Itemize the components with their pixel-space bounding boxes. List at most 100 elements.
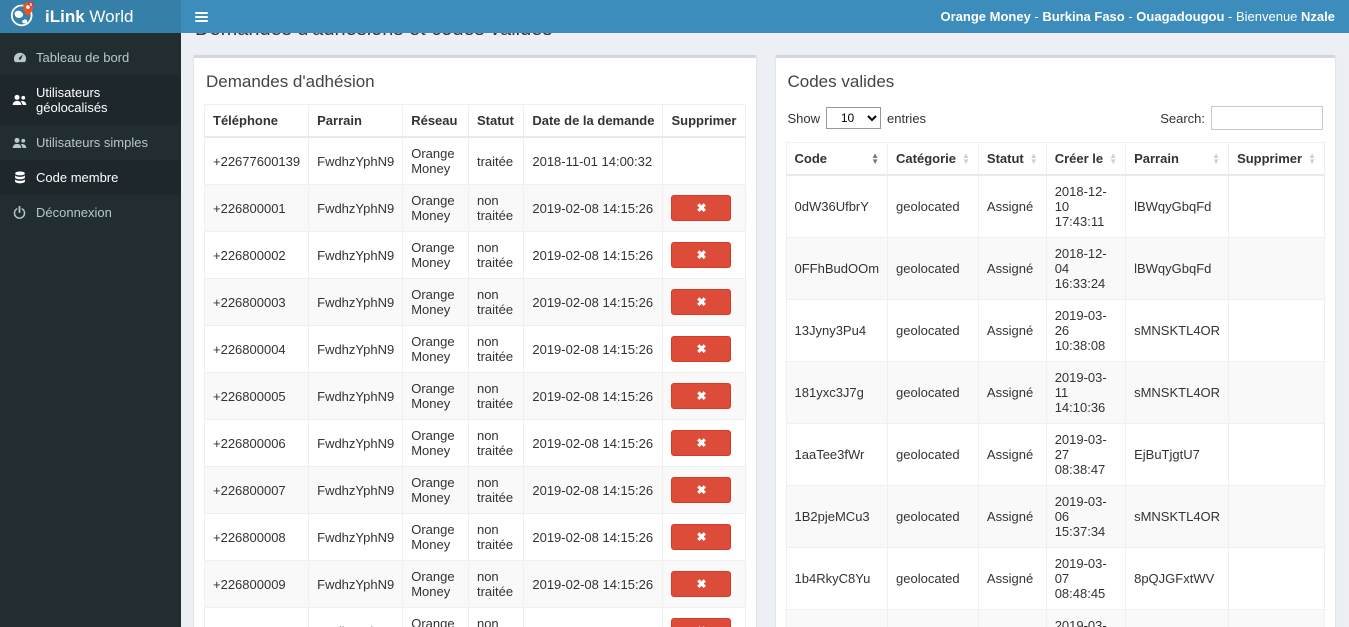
table-row: 181yxc3J7g geolocated Assigné 2019-03-11… xyxy=(785,361,1325,424)
sort-icon: ▲ ▼ xyxy=(1029,150,1038,166)
reseau-cell: Orange Money xyxy=(402,278,469,326)
supprimer-cell xyxy=(1228,237,1325,300)
table-row: 1c7sUG9dUk geolocated Assigné 2019-03-05… xyxy=(785,609,1325,627)
sidebar-toggle-icon[interactable] xyxy=(181,0,221,33)
code-cell: 0dW36UfbrY xyxy=(785,174,889,238)
supprimer-cell: ✖ xyxy=(662,136,746,185)
parrain-cell: FwdhzYphN9 xyxy=(308,278,404,326)
codes-column-header[interactable]: Créer le ▲ ▼ xyxy=(1045,142,1127,176)
close-icon: ✖ xyxy=(696,483,707,497)
reseau-cell: Orange Money xyxy=(402,466,469,514)
date-cell: 2019-02-08 14:15:26 xyxy=(523,278,664,326)
codes-column-header[interactable]: Parrain ▲ ▼ xyxy=(1125,142,1230,176)
delete-button[interactable]: ✖ xyxy=(671,336,732,362)
requests-panel-title: Demandes d'adhésion xyxy=(206,72,375,91)
supprimer-cell: ✖ xyxy=(662,560,746,608)
sidebar-item[interactable]: Code membre xyxy=(0,160,181,195)
supprimer-cell: ✖ xyxy=(662,372,746,420)
table-row: 1b4RkyC8Yu geolocated Assigné 2019-03-07… xyxy=(785,547,1325,610)
statut-cell: non traitée xyxy=(467,466,525,514)
statut-cell: non traitée xyxy=(467,372,525,420)
code-cell: 181yxc3J7g xyxy=(785,361,889,424)
phone-cell: +226800008 xyxy=(203,513,310,561)
table-row: +22677600139 FwdhzYphN9 Orange Money tra… xyxy=(203,136,746,185)
sidebar-nav: Tableau de bord Utilisateurs géolocalisé… xyxy=(0,33,181,627)
delete-button[interactable]: ✖ xyxy=(671,289,732,315)
supprimer-cell xyxy=(1228,485,1325,548)
table-row: +226800002 FwdhzYphN9 Orange Money non t… xyxy=(203,231,746,279)
requests-column-header: Téléphone xyxy=(203,104,310,138)
statut-cell: non traitée xyxy=(467,325,525,373)
delete-button[interactable]: ✖ xyxy=(671,430,732,456)
sidebar-item-label: Utilisateurs géolocalisés xyxy=(36,85,108,115)
statut-cell: non traitée xyxy=(467,278,525,326)
categorie-cell: geolocated xyxy=(887,174,979,238)
search-input[interactable] xyxy=(1211,106,1323,130)
table-row: +226800009 FwdhzYphN9 Orange Money non t… xyxy=(203,560,746,608)
table-row: +226800005 FwdhzYphN9 Orange Money non t… xyxy=(203,372,746,420)
close-icon: ✖ xyxy=(696,389,707,403)
codes-column-header[interactable]: Code ▲ ▼ xyxy=(785,142,889,176)
users-icon xyxy=(12,137,27,149)
sidebar-item-label: Code membre xyxy=(36,170,119,185)
reseau-cell: Orange Money xyxy=(402,513,469,561)
statut-cell: Assigné xyxy=(977,361,1047,424)
reseau-cell: Orange Money xyxy=(402,136,469,185)
brand-logo[interactable]: $ iLink World xyxy=(0,0,181,33)
delete-button[interactable]: ✖ xyxy=(671,618,732,627)
phone-cell: +226800005 xyxy=(203,372,310,420)
sort-icon: ▲ ▼ xyxy=(1308,150,1316,166)
codes-column-header[interactable]: Catégorie ▲ ▼ xyxy=(887,142,979,176)
parrain-cell: FwdhzYphN9 xyxy=(308,419,404,467)
statut-cell: non traitée xyxy=(467,419,525,467)
entries-label: entries xyxy=(887,110,927,126)
phone-cell: +226800009 xyxy=(203,560,310,608)
statut-cell: non traitée xyxy=(467,560,525,608)
date-cell: 2019-02-08 14:15:26 xyxy=(523,419,664,467)
categorie-cell: geolocated xyxy=(887,609,979,627)
delete-button[interactable]: ✖ xyxy=(671,383,732,409)
sidebar-item[interactable]: Tableau de bord xyxy=(0,40,181,75)
statut-cell: Assigné xyxy=(977,547,1047,610)
sidebar-item[interactable]: Utilisateurs géolocalisés xyxy=(0,75,181,125)
cree-le-cell: 2019-03-06 15:37:34 xyxy=(1045,485,1127,548)
codes-column-header[interactable]: Supprimer ▲ ▼ xyxy=(1228,142,1325,176)
table-row: +226800008 FwdhzYphN9 Orange Money non t… xyxy=(203,513,746,561)
categorie-cell: geolocated xyxy=(887,423,979,486)
table-row: 1B2pjeMCu3 geolocated Assigné 2019-03-06… xyxy=(785,485,1325,548)
reseau-cell: Orange Money xyxy=(402,231,469,279)
close-icon: ✖ xyxy=(696,530,707,544)
parrain-cell: sMNSKTL4OR xyxy=(1125,609,1230,627)
codes-header-row: Code ▲ ▼ Catégorie ▲ ▼ Statut ▲ ▼ Créer … xyxy=(785,142,1325,176)
users-icon xyxy=(12,94,27,106)
table-row: 13Jyny3Pu4 geolocated Assigné 2019-03-26… xyxy=(785,299,1325,362)
delete-button[interactable]: ✖ xyxy=(671,524,732,550)
reseau-cell: Orange Money xyxy=(402,419,469,467)
table-row: 1aaTee3fWr geolocated Assigné 2019-03-27… xyxy=(785,423,1325,486)
requests-column-header: Date de la demande xyxy=(523,104,664,138)
delete-button[interactable]: ✖ xyxy=(671,195,732,221)
delete-button[interactable]: ✖ xyxy=(671,477,732,503)
sidebar-item[interactable]: Utilisateurs simples xyxy=(0,125,181,160)
parrain-cell: sMNSKTL4OR xyxy=(1125,485,1230,548)
table-row: +226800007 FwdhzYphN9 Orange Money non t… xyxy=(203,466,746,514)
phone-cell: +226800006 xyxy=(203,419,310,467)
svg-text:$: $ xyxy=(30,1,33,7)
parrain-cell: FwdhzYphN9 xyxy=(308,466,404,514)
parrain-cell: lBWqyGbqFd xyxy=(1125,237,1230,300)
table-row: 0dW36UfbrY geolocated Assigné 2018-12-10… xyxy=(785,174,1325,238)
delete-button[interactable]: ✖ xyxy=(671,242,732,268)
sidebar-item[interactable]: Déconnexion xyxy=(0,195,181,230)
page-length-select[interactable]: 10 xyxy=(826,107,882,129)
supprimer-cell xyxy=(1228,423,1325,486)
table-row: +226800004 FwdhzYphN9 Orange Money non t… xyxy=(203,325,746,373)
date-cell: 2019-02-08 14:15:26 xyxy=(523,466,664,514)
codes-panel: Codes valides Show 10 entries Search: Co… xyxy=(775,55,1335,627)
date-cell: 2019-02-08 14:15:26 xyxy=(523,372,664,420)
reseau-cell: Orange Money xyxy=(402,560,469,608)
requests-table: Téléphone Parrain Réseau Statut Date de la d… xyxy=(203,104,746,627)
delete-button[interactable]: ✖ xyxy=(671,571,732,597)
close-icon: ✖ xyxy=(696,201,707,215)
codes-column-header[interactable]: Statut ▲ ▼ xyxy=(977,142,1047,176)
sort-icon: ▲ ▼ xyxy=(871,150,880,166)
